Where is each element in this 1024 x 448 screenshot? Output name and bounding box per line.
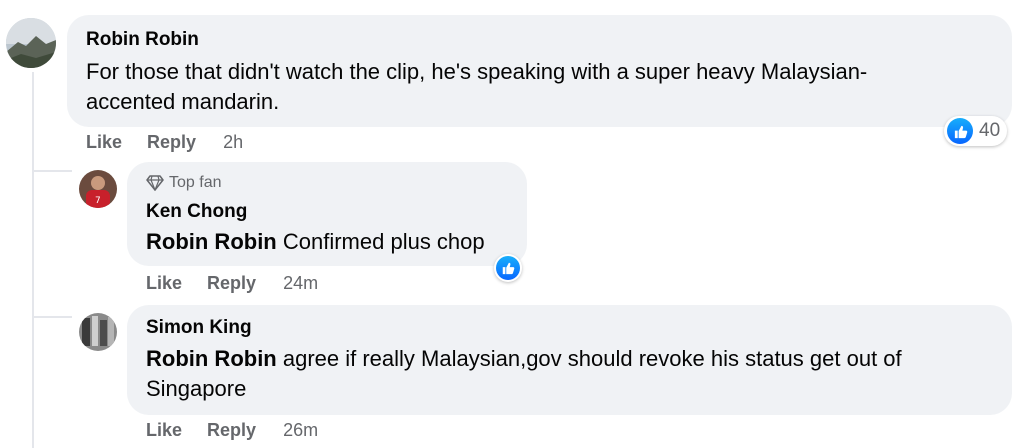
svg-text:7: 7 — [95, 196, 101, 206]
thread-connector-2 — [32, 316, 72, 318]
like-reaction-icon — [496, 256, 520, 280]
avatar[interactable]: 7 — [79, 170, 117, 208]
reply-text-line-1: Robin Robin agree if really Malaysian,go… — [146, 344, 902, 374]
comment-timestamp[interactable]: 2h — [223, 132, 243, 152]
badge-label: Top fan — [169, 174, 222, 191]
reply-button[interactable]: Reply — [207, 420, 256, 440]
like-reaction-badge[interactable] — [494, 254, 522, 282]
reply-author[interactable]: Ken Chong — [146, 201, 247, 223]
reply-actions: Like Reply 24m — [146, 273, 318, 294]
thread-connector-1 — [32, 170, 72, 172]
reply-author[interactable]: Simon King — [146, 317, 252, 339]
reply-text-body: agree if really Malaysian,gov should rev… — [276, 346, 902, 371]
top-fan-badge: Top fan — [146, 174, 221, 192]
comment-text-line-2: accented mandarin. — [86, 89, 280, 114]
comment-text-line-1: For those that didn't watch the clip, he… — [86, 59, 868, 84]
comment-author[interactable]: Robin Robin — [86, 29, 199, 51]
comment-actions: Like Reply 2h — [86, 132, 243, 153]
like-button[interactable]: Like — [86, 132, 122, 152]
reply-text: Robin Robin Confirmed plus chop — [146, 227, 485, 257]
reply-timestamp[interactable]: 26m — [283, 420, 318, 440]
reply-button[interactable]: Reply — [147, 132, 196, 152]
like-reaction-icon — [947, 118, 973, 144]
thread-line-vertical — [32, 72, 34, 448]
avatar[interactable] — [79, 313, 117, 351]
mention-link[interactable]: Robin Robin — [146, 346, 277, 371]
avatar[interactable] — [6, 18, 56, 68]
reply-button[interactable]: Reply — [207, 273, 256, 293]
reaction-count-badge[interactable]: 40 — [944, 116, 1008, 146]
reply-actions: Like Reply 26m — [146, 420, 318, 441]
like-button[interactable]: Like — [146, 273, 182, 293]
mention-link[interactable]: Robin Robin — [146, 229, 277, 254]
reply-text-line-2: Singapore — [146, 376, 247, 401]
reply-timestamp[interactable]: 24m — [283, 273, 318, 293]
reply-text-body: Confirmed plus chop — [276, 229, 485, 254]
like-button[interactable]: Like — [146, 420, 182, 440]
reaction-count: 40 — [979, 120, 1001, 141]
diamond-icon — [146, 175, 164, 191]
